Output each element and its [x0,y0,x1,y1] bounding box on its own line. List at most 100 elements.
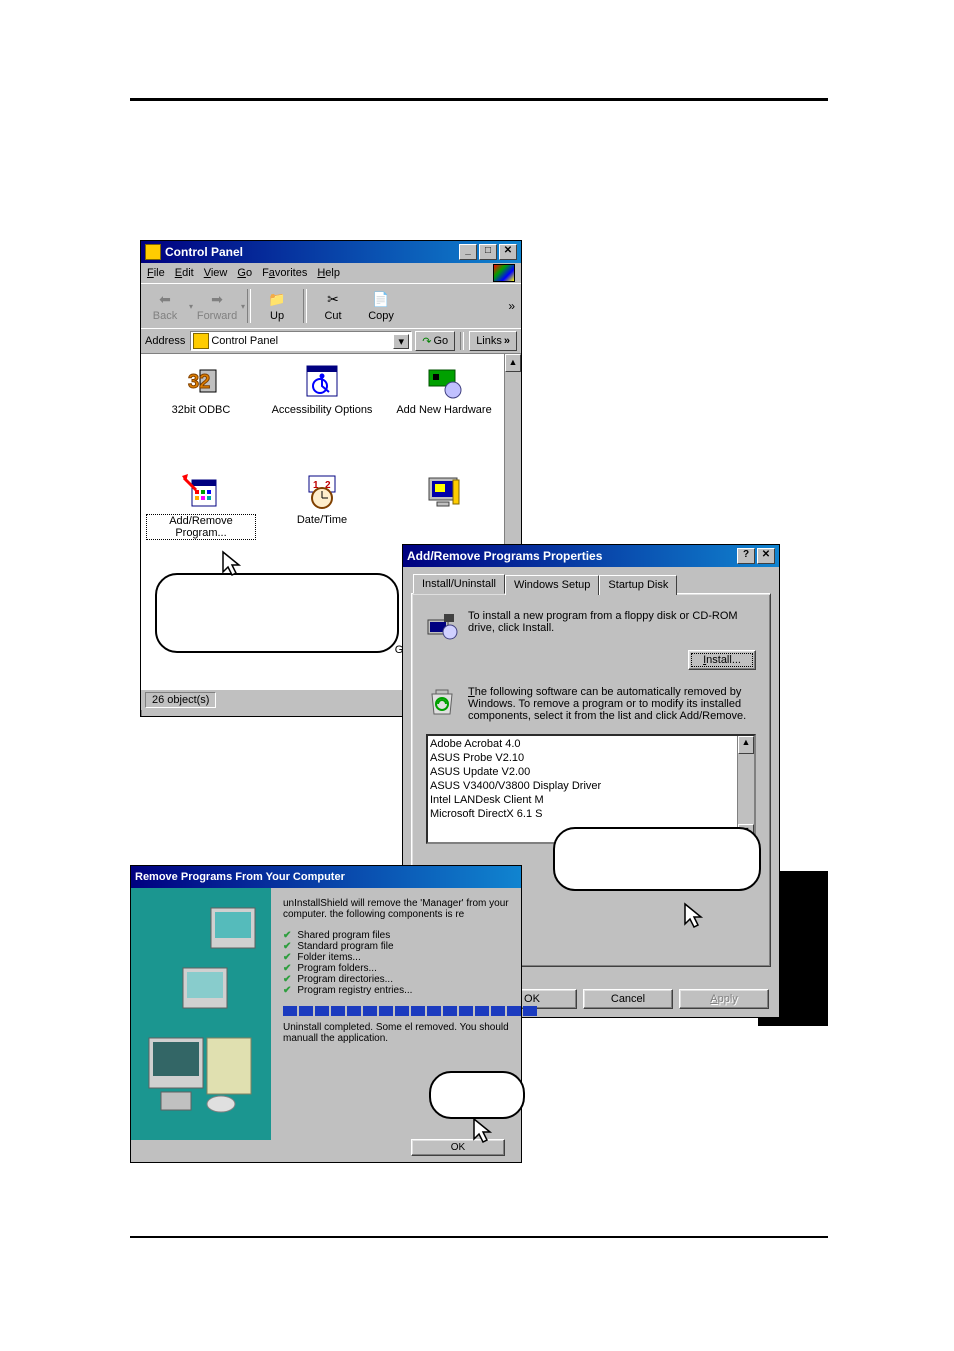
icon-label: Add/Remove Program... [146,514,256,540]
ar-titlebar[interactable]: Add/Remove Programs Properties ? ✕ [403,545,779,567]
address-icon [193,333,209,349]
hardware-icon [425,364,463,400]
ar-close-button[interactable]: ✕ [757,548,775,564]
datetime-icon: 12 [303,474,341,510]
un-titlebar[interactable]: Remove Programs From Your Computer [131,866,521,888]
install-button[interactable]: Install... [688,650,756,670]
back-arrow-icon: ⬅ [154,290,176,308]
list-item[interactable]: Adobe Acrobat 4.0 [430,737,752,751]
install-text: To install a new program from a floppy d… [468,610,756,642]
list-scroll-up[interactable]: ▲ [738,736,754,754]
list-item[interactable]: ASUS Update V2.00 [430,765,752,779]
tabstrip: Install/Uninstall Windows Setup Startup … [403,567,779,593]
install-icon [426,610,458,642]
step: ✔Shared program files [283,930,537,941]
icon-label: Accessibility Options [272,404,373,416]
cursor-icon [219,550,245,580]
progress-bar [283,1006,537,1016]
remove-icon [426,686,458,718]
menu-edit[interactable]: Edit [175,267,194,279]
list-item[interactable]: Intel LANDesk Client M [430,793,752,807]
copy-icon: 📄 [370,290,392,308]
list-item[interactable]: Microsoft DirectX 6.1 S [430,807,752,821]
list-item[interactable]: ASUS Probe V2.10 [430,751,752,765]
callout-bubble-2 [553,827,761,891]
step: ✔Folder items... [283,952,537,963]
icon-accessibility[interactable]: Accessibility Options [267,364,377,416]
remove-text: The following software can be automatica… [468,686,756,722]
icon-label: Add New Hardware [396,404,491,416]
check-icon: ✔ [283,952,291,963]
address-input[interactable]: Control Panel ▾ [190,331,412,351]
bottom-rule [130,1236,828,1238]
go-icon: ↷ [422,335,431,348]
svg-text:32: 32 [188,371,210,393]
icon-label: 32bit ODBC [172,404,231,416]
cut-icon: ✂ [322,290,344,308]
toolbar-expand[interactable]: » [508,299,515,313]
back-button[interactable]: ⬅Back [141,290,189,322]
step: ✔Program folders... [283,963,537,974]
apply-button[interactable]: Apply [679,989,769,1009]
callout-bubble-3 [429,1071,525,1119]
titlebar[interactable]: Control Panel _ □ ✕ [141,241,521,263]
toolbar: ⬅Back ▾ ➡Forward ▾ 📁Up ✂Cut 📄Copy » [141,283,521,328]
tab-windows-setup[interactable]: Windows Setup [505,575,599,595]
forward-arrow-icon: ➡ [206,290,228,308]
ar-title: Add/Remove Programs Properties [407,549,602,563]
close-button[interactable]: ✕ [499,244,517,260]
scroll-up[interactable]: ▲ [505,354,521,372]
go-button[interactable]: ↷Go [415,331,455,351]
links-button[interactable]: Links » [469,331,517,351]
cancel-button[interactable]: Cancel [583,989,673,1009]
control-panel-icon [145,244,161,260]
check-icon: ✔ [283,985,291,996]
display-icon [425,474,463,510]
odbc-icon: 32 [182,364,220,400]
accessibility-icon [303,364,341,400]
un-title: Remove Programs From Your Computer [135,871,345,883]
tab-startup-disk[interactable]: Startup Disk [599,575,677,595]
step: ✔Program registry entries... [283,985,537,996]
icon-date-time[interactable]: 12 Date/Time [267,474,377,526]
minimize-button[interactable]: _ [459,244,477,260]
uninstall-done: Uninstall completed. Some el removed. Yo… [283,1022,537,1044]
address-bar: Address Control Panel ▾ ↷Go Links » [141,328,521,353]
up-button[interactable]: 📁Up [253,290,301,322]
icon-32bit-odbc[interactable]: 32 32bit ODBC [146,364,256,416]
check-icon: ✔ [283,963,291,974]
menu-file[interactable]: File [147,267,165,279]
check-icon: ✔ [283,974,291,985]
address-label: Address [145,335,187,347]
callout-bubble-1 [155,573,399,653]
top-rule [130,98,828,101]
uninstall-graphic [131,888,271,1140]
address-dropdown[interactable]: ▾ [393,334,409,349]
window-title: Control Panel [165,245,243,259]
menu-view[interactable]: View [204,267,228,279]
windows-logo-icon [493,264,515,282]
step: ✔Program directories... [283,974,537,985]
uninstall-intro: unInstallShield will remove the 'Manager… [283,898,537,920]
cursor-icon [470,1117,496,1147]
step: ✔Standard program file [283,941,537,952]
add-remove-icon [182,474,220,510]
copy-button[interactable]: 📄Copy [357,290,405,322]
help-button[interactable]: ? [737,548,755,564]
menu-help[interactable]: Help [317,267,340,279]
forward-button[interactable]: ➡Forward [193,290,241,322]
icon-add-remove-programs[interactable]: Add/Remove Program... [146,474,256,540]
list-item[interactable]: ASUS V3400/V3800 Display Driver [430,779,752,793]
status-count: 26 object(s) [145,692,216,708]
icon-display[interactable] [389,474,499,514]
icon-add-hardware[interactable]: Add New Hardware [389,364,499,416]
cut-button[interactable]: ✂Cut [309,290,357,322]
cursor-icon [681,902,707,932]
menu-go[interactable]: Go [237,267,252,279]
check-icon: ✔ [283,941,291,952]
up-folder-icon: 📁 [266,290,288,308]
tab-install-uninstall[interactable]: Install/Uninstall [413,574,505,594]
menu-favorites[interactable]: Favorites [262,267,307,279]
check-icon: ✔ [283,930,291,941]
maximize-button[interactable]: □ [479,244,497,260]
